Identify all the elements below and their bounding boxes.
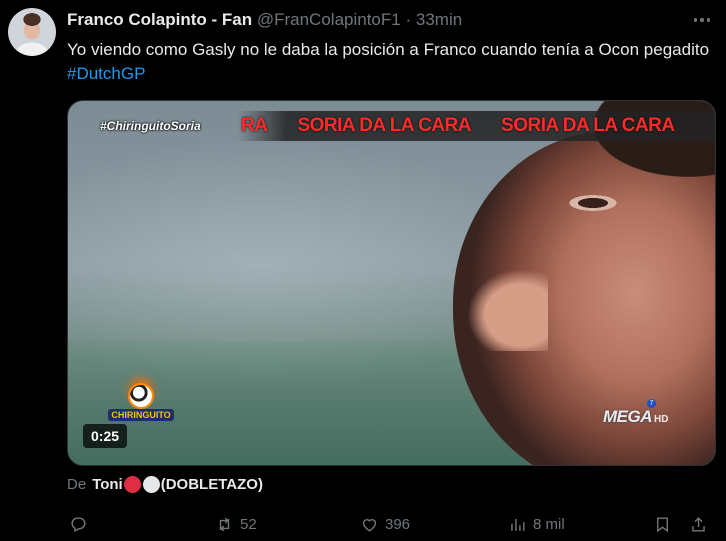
video-attribution: De Toni (DOBLETAZO) — [67, 476, 263, 493]
share-icon — [692, 516, 705, 532]
show-logo-text: CHIRINGUITO — [108, 409, 174, 421]
views-button[interactable]: 8 mil — [508, 510, 565, 538]
channel-name: MEGA — [603, 407, 653, 426]
retweet-count: 52 — [240, 515, 257, 533]
tv-banner: #ChiringuitoSoria RA SORIA DA LA CARA SO… — [68, 111, 715, 141]
attribution-prefix: De — [67, 476, 87, 493]
avatar[interactable] — [8, 8, 56, 56]
heart-icon — [362, 518, 377, 532]
like-count: 396 — [385, 515, 411, 533]
like-button[interactable]: 396 — [360, 510, 410, 538]
share-button[interactable] — [689, 510, 708, 538]
banner-hashtag: #ChiringuitoSoria — [100, 119, 201, 133]
channel-logo: 7 MEGA HD — [603, 399, 669, 427]
banner-text-2: SORIA DA LA CARA — [501, 115, 675, 136]
video-nose — [458, 261, 548, 351]
bookmark-button[interactable] — [653, 510, 672, 538]
tweet-text: Yo viendo como Gasly no le daba la posic… — [67, 38, 717, 86]
retweet-button[interactable]: 52 — [215, 510, 257, 538]
channel-number: 7 — [647, 399, 656, 408]
banner-fragment: RA — [241, 115, 268, 136]
hashtag-link[interactable]: #DutchGP — [67, 64, 145, 83]
attribution-user[interactable]: Toni — [92, 476, 123, 493]
video-eye — [563, 193, 623, 213]
author-handle[interactable]: @FranColapintoF1 — [257, 10, 401, 29]
video-player[interactable]: #ChiringuitoSoria RA SORIA DA LA CARA SO… — [67, 100, 716, 466]
attribution-suffix[interactable]: (DOBLETAZO) — [161, 476, 263, 493]
show-logo: CHIRINGUITO — [108, 379, 174, 427]
tweet-body: Yo viendo como Gasly no le daba la posic… — [67, 40, 710, 59]
reply-button[interactable] — [69, 510, 88, 538]
white-circle-icon — [142, 476, 160, 493]
soccer-ball-icon — [130, 385, 152, 407]
red-circle-icon — [123, 476, 141, 493]
banner-text-1: SORIA DA LA CARA — [297, 115, 472, 136]
reply-icon — [71, 516, 86, 532]
tweet-header: Franco Colapinto - Fan @FranColapintoF1 … — [67, 10, 462, 30]
views-count: 8 mil — [533, 515, 565, 533]
channel-hd: HD — [654, 414, 669, 425]
action-bar: 52 396 8 mil — [67, 510, 717, 538]
video-duration: 0:25 — [83, 424, 128, 448]
separator-dot: · — [405, 10, 412, 29]
author-name[interactable]: Franco Colapinto - Fan — [67, 10, 252, 29]
banner-ticker: RA SORIA DA LA CARA SORIA DA LA CARA — [238, 111, 715, 141]
retweet-icon — [219, 517, 230, 531]
analytics-icon — [511, 518, 525, 531]
post-time[interactable]: 33min — [416, 10, 462, 29]
more-options-icon[interactable] — [690, 12, 714, 28]
bookmark-icon — [657, 516, 668, 532]
